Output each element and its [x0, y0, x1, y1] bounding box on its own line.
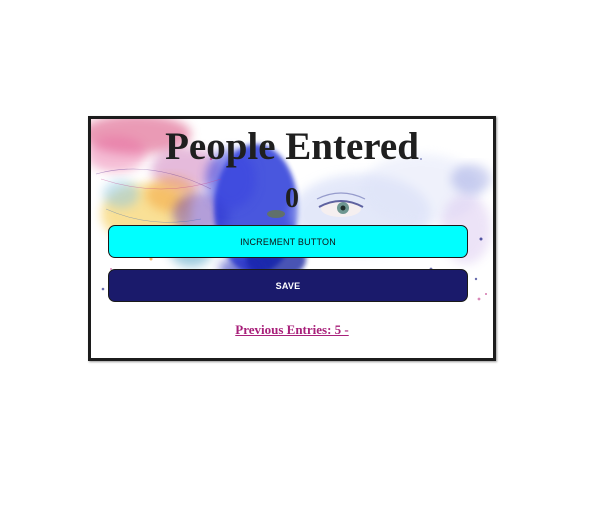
save-button-label: SAVE [275, 280, 301, 291]
increment-button-label: INCREMENT BUTTON [240, 236, 336, 247]
counter-card: People Entered 0 INCREMENT BUTTON SAVE P… [88, 116, 496, 361]
save-button[interactable]: SAVE [108, 269, 468, 302]
previous-entries-link[interactable]: Previous Entries: 5 - [91, 322, 493, 338]
people-count: 0 [285, 183, 299, 214]
page-title: People Entered [165, 125, 419, 168]
card-content: People Entered 0 INCREMENT BUTTON SAVE P… [91, 119, 493, 358]
increment-button[interactable]: INCREMENT BUTTON [108, 225, 468, 258]
